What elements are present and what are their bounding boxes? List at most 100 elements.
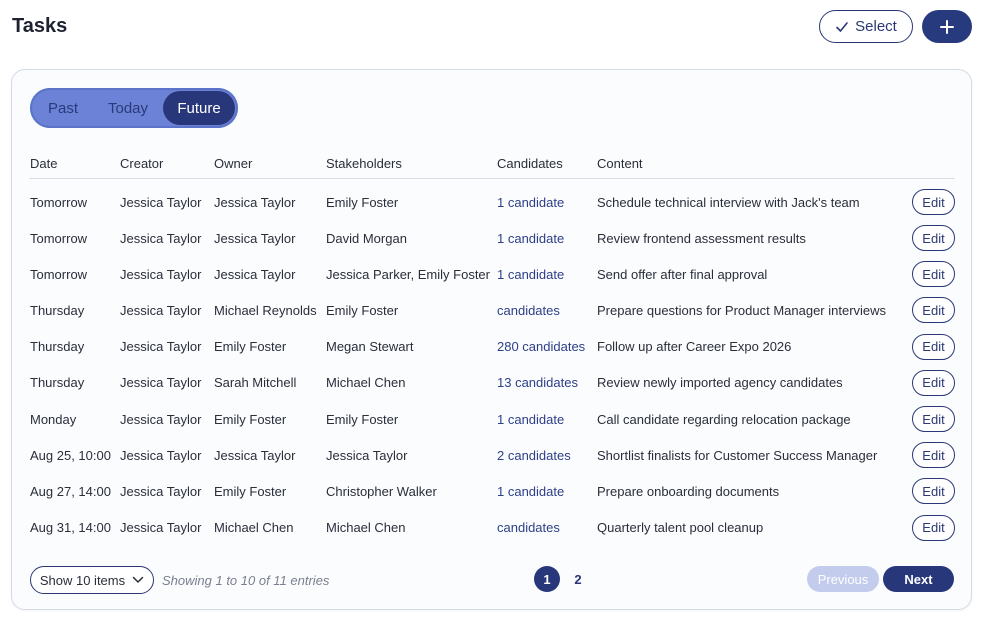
cell-candidates: 1 candidate	[496, 473, 596, 509]
cell-stakeholders: Emily Foster	[326, 194, 399, 210]
select-button[interactable]: Select	[819, 10, 913, 43]
table-row: Tomorrow Jessica Taylor Jessica Taylor Davi…	[29, 220, 955, 256]
cell-owner: Sarah Mitchell	[214, 375, 297, 391]
column-header-content: Content	[596, 149, 906, 179]
cell-creator: Jessica Taylor	[120, 266, 202, 282]
cell-stakeholders: Megan Stewart	[326, 339, 414, 355]
cell-stakeholders: Michael Chen	[326, 520, 406, 536]
column-header-date: Date	[29, 149, 119, 179]
page-button-2[interactable]: 2	[565, 566, 591, 592]
tab-future[interactable]: Future	[163, 91, 235, 125]
column-header-owner: Owner	[213, 149, 325, 179]
cell-candidates: 1 candidate	[496, 178, 596, 220]
cell-owner: Michael Reynolds	[214, 302, 317, 318]
page-button-1[interactable]: 1	[534, 566, 560, 592]
cell-creator: Jessica Taylor	[120, 339, 202, 355]
edit-button[interactable]: Edit	[912, 189, 955, 216]
cell-creator: Jessica Taylor	[120, 230, 202, 246]
cell-content: Quarterly talent pool cleanup	[597, 520, 764, 536]
table-row: Aug 27, 14:00 Jessica Taylor Emily Foster C…	[29, 473, 955, 509]
cell-candidates: 280 candidates	[496, 329, 596, 365]
cell-actions: Edit	[906, 437, 955, 473]
cell-date: Thursday	[30, 302, 85, 318]
cell-stakeholders: Emily Foster	[326, 411, 399, 427]
cell-candidates: 1 candidate	[496, 220, 596, 256]
candidates-link[interactable]: 280 candidates	[497, 339, 585, 354]
table-row: Aug 25, 10:00 Jessica Taylor Jessica Taylo…	[29, 437, 955, 473]
candidates-link[interactable]: 1 candidate	[497, 195, 564, 210]
edit-button[interactable]: Edit	[912, 261, 955, 288]
cell-owner: Jessica Taylor	[214, 266, 296, 282]
cell-content: Shortlist finalists for Customer Success…	[597, 447, 878, 463]
cell-content: Send offer after final approval	[597, 266, 768, 282]
page-title: Tasks	[12, 15, 68, 37]
entries-summary: Showing 1 to 10 of 11 entries	[162, 573, 330, 588]
add-task-button[interactable]	[922, 10, 972, 43]
cell-actions: Edit	[906, 178, 955, 220]
cell-content: Follow up after Career Expo 2026	[597, 339, 792, 355]
cell-date: Tomorrow	[30, 194, 88, 210]
items-per-page-select[interactable]: Show 10 items	[30, 566, 154, 594]
candidates-link[interactable]: 1 candidate	[497, 231, 564, 246]
cell-date: Tomorrow	[30, 266, 88, 282]
cell-stakeholders: Jessica Taylor	[326, 447, 408, 463]
table-row: Tomorrow Jessica Taylor Jessica Taylor Emil…	[29, 178, 955, 220]
cell-candidates: candidates	[496, 292, 596, 328]
cell-creator: Jessica Taylor	[120, 411, 202, 427]
cell-date: Thursday	[30, 339, 85, 355]
cell-date: Aug 31, 14:00	[30, 520, 111, 536]
tasks-table: Date Creator Owner Stakeholders Candidat…	[29, 149, 955, 546]
candidates-link[interactable]: 1 candidate	[497, 484, 564, 499]
cell-stakeholders: Emily Foster	[326, 302, 399, 318]
chevron-down-icon	[132, 576, 144, 583]
cell-owner: Emily Foster	[214, 339, 287, 355]
cell-stakeholders: David Morgan	[326, 230, 407, 246]
cell-content: Schedule technical interview with Jack's…	[597, 194, 860, 210]
cell-content: Prepare onboarding documents	[597, 483, 780, 499]
column-header-stakeholders: Stakeholders	[325, 149, 496, 179]
plus-icon	[940, 19, 954, 34]
column-header-creator: Creator	[119, 149, 213, 179]
tab-past[interactable]: Past	[33, 91, 93, 125]
table-row: Aug 31, 14:00 Jessica Taylor Michael Chen M…	[29, 510, 955, 546]
check-icon	[836, 21, 848, 32]
next-button[interactable]: Next	[883, 566, 954, 592]
edit-button[interactable]: Edit	[912, 406, 955, 433]
cell-creator: Jessica Taylor	[120, 520, 202, 536]
cell-stakeholders: Michael Chen	[326, 375, 406, 391]
cell-date: Thursday	[30, 375, 85, 391]
cell-owner: Emily Foster	[214, 483, 287, 499]
candidates-link[interactable]: 13 candidates	[497, 375, 578, 390]
items-per-page-label: Show 10 items	[39, 572, 126, 588]
edit-button[interactable]: Edit	[912, 442, 955, 469]
cell-creator: Jessica Taylor	[120, 375, 202, 391]
candidates-link[interactable]: 2 candidates	[497, 448, 571, 463]
cell-content: Call candidate regarding relocation pack…	[597, 411, 851, 427]
cell-creator: Jessica Taylor	[120, 447, 202, 463]
cell-owner: Jessica Taylor	[214, 447, 296, 463]
candidates-link[interactable]: 1 candidate	[497, 267, 564, 282]
candidates-link[interactable]: 1 candidate	[497, 412, 564, 427]
edit-button[interactable]: Edit	[912, 514, 955, 541]
edit-button[interactable]: Edit	[912, 297, 955, 324]
cell-content: Review frontend assessment results	[597, 230, 806, 246]
edit-button[interactable]: Edit	[912, 333, 955, 360]
cell-creator: Jessica Taylor	[120, 194, 202, 210]
table-row: Tomorrow Jessica Taylor Jessica Taylor Jess…	[29, 256, 955, 292]
column-header-candidates: Candidates	[496, 149, 596, 179]
edit-button[interactable]: Edit	[912, 369, 955, 396]
candidates-link[interactable]: candidates	[497, 303, 560, 318]
candidates-link[interactable]: candidates	[497, 520, 560, 535]
cell-owner: Jessica Taylor	[214, 194, 296, 210]
cell-candidates: 2 candidates	[496, 437, 596, 473]
cell-actions: Edit	[906, 365, 955, 401]
previous-button[interactable]: Previous	[807, 566, 879, 592]
cell-candidates: 1 candidate	[496, 256, 596, 292]
tab-today[interactable]: Today	[93, 91, 163, 125]
cell-creator: Jessica Taylor	[120, 483, 202, 499]
edit-button[interactable]: Edit	[912, 225, 955, 252]
cell-candidates: 1 candidate	[496, 401, 596, 437]
cell-stakeholders: Jessica Parker, Emily Foster	[326, 266, 490, 282]
edit-button[interactable]: Edit	[912, 478, 955, 505]
select-button-label: Select	[855, 18, 897, 35]
